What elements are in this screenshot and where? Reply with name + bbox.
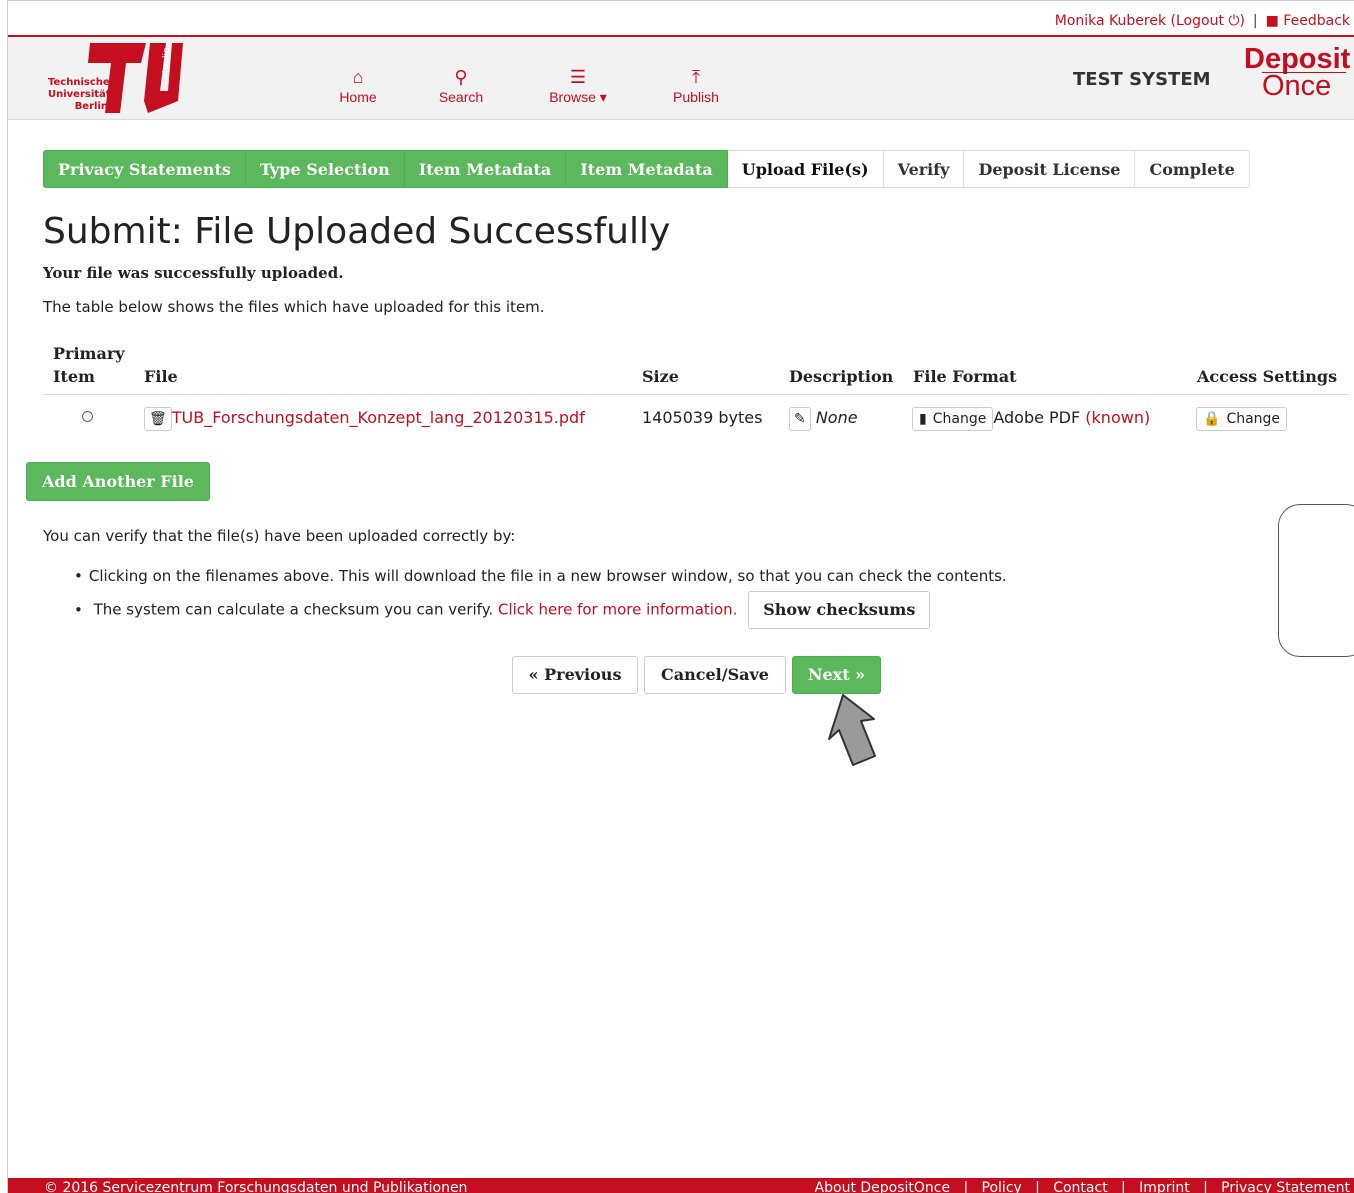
file-name-link[interactable]: TUB_Forschungsdaten_Konzept_lang_2012031… xyxy=(172,408,585,427)
form-navigation: « Previous Cancel/Save Next » xyxy=(0,656,1354,694)
upload-circle-icon: ⤒ xyxy=(692,67,700,87)
format-known-link[interactable]: (known) xyxy=(1085,408,1150,427)
file-size: 1405039 bytes xyxy=(642,408,763,427)
change-access-button[interactable]: 🔒 Change xyxy=(1196,406,1288,431)
col-description: Description xyxy=(789,367,894,386)
step-item-metadata-1[interactable]: Item Metadata xyxy=(404,150,567,188)
userbar-separator: | xyxy=(1252,13,1258,29)
next-button[interactable]: Next » xyxy=(792,656,881,694)
step-item-metadata-2[interactable]: Item Metadata xyxy=(566,150,728,188)
list-icon: ☰ xyxy=(569,67,587,87)
feedback-link[interactable]: ■ Feedback xyxy=(1266,13,1350,29)
logo-text: Technische Universität Berlin xyxy=(48,77,111,112)
table-divider xyxy=(43,394,1349,395)
pencil-icon: ✎ xyxy=(794,410,806,427)
nav-browse[interactable]: ☰ Browse ▾ xyxy=(538,67,618,106)
user-bar: Monika Kuberek (Logout ⏻) | ■ Feedback xyxy=(1055,13,1350,29)
site-footer: © 2016 Servicezentrum Forschungsdaten un… xyxy=(8,1178,1354,1193)
cancel-save-button[interactable]: Cancel/Save xyxy=(644,656,786,694)
table-intro: The table below shows the files which ha… xyxy=(43,298,545,316)
home-icon: ⌂ xyxy=(352,67,364,87)
logout-link[interactable]: (Logout ⏻) xyxy=(1171,13,1245,29)
success-message: Your file was successfully uploaded. xyxy=(43,264,344,282)
footer-copyright: © 2016 Servicezentrum Forschungsdaten un… xyxy=(44,1180,468,1193)
file-cell: 🗑 TUB_Forschungsdaten_Konzept_lang_20120… xyxy=(144,405,585,431)
col-primary-item: Primary Item xyxy=(53,342,125,388)
trash-icon: 🗑 xyxy=(149,410,167,427)
verify-intro: You can verify that the file(s) have bee… xyxy=(43,527,516,545)
step-privacy-statements[interactable]: Privacy Statements xyxy=(43,150,246,188)
nav-search[interactable]: ⚲ Search xyxy=(421,67,501,105)
feedback-label[interactable]: Feedback xyxy=(1283,13,1350,29)
step-type-selection[interactable]: Type Selection xyxy=(245,150,405,188)
col-file: File xyxy=(144,367,178,386)
delete-file-button[interactable]: 🗑 xyxy=(144,406,172,431)
change-format-label: Change xyxy=(932,410,987,427)
change-format-button[interactable]: ▮ Change xyxy=(912,406,994,431)
nav-publish-label: Publish xyxy=(673,89,719,105)
step-deposit-license: Deposit License xyxy=(964,150,1136,188)
search-icon: ⚲ xyxy=(454,67,468,87)
user-name-link[interactable]: Monika Kuberek xyxy=(1055,13,1166,29)
show-checksums-button[interactable]: Show checksums xyxy=(748,591,931,629)
pointer-arrow-icon xyxy=(828,694,876,766)
edit-description-button[interactable]: ✎ xyxy=(789,406,811,431)
lock-icon: 🔒 xyxy=(1203,410,1221,427)
access-settings-cell: 🔒 Change xyxy=(1196,405,1288,431)
nav-publish[interactable]: ⤒ Publish xyxy=(656,67,736,105)
col-primary-line2: Item xyxy=(53,367,95,386)
brand-bottom: Once xyxy=(1262,72,1346,101)
col-access-settings: Access Settings xyxy=(1197,367,1338,386)
side-panel[interactable] xyxy=(1278,504,1354,657)
col-size: Size xyxy=(642,367,679,386)
footer-links[interactable]: About DepositOnce | Policy | Contact | I… xyxy=(815,1180,1350,1193)
logo-side-text: berlin xyxy=(162,47,172,73)
step-verify: Verify xyxy=(883,150,965,188)
primary-item-radio[interactable] xyxy=(82,411,93,422)
verify-bullet-1: Clicking on the filenames above. This wi… xyxy=(74,562,1007,591)
col-file-format: File Format xyxy=(913,367,1017,386)
step-complete: Complete xyxy=(1135,150,1250,188)
add-another-file-button[interactable]: Add Another File xyxy=(26,462,210,501)
comment-icon: ■ xyxy=(1265,13,1279,29)
checksum-info-link[interactable]: Click here for more information. xyxy=(498,601,737,619)
nav-browse-label: Browse ▾ xyxy=(549,89,607,105)
description-cell: ✎ None xyxy=(789,405,858,431)
nav-home-label: Home xyxy=(339,89,377,105)
user-name[interactable]: Monika Kuberek (Logout ⏻) xyxy=(1055,13,1245,29)
previous-button[interactable]: « Previous xyxy=(512,656,638,694)
verify-bullet-2: The system can calculate a checksum you … xyxy=(74,591,1007,629)
change-access-label: Change xyxy=(1226,410,1281,427)
file-icon: ▮ xyxy=(919,410,927,427)
nav-search-label: Search xyxy=(438,89,484,105)
page-title: Submit: File Uploaded Successfully xyxy=(43,211,671,252)
format-value: Adobe PDF xyxy=(993,408,1081,427)
test-system-label: TEST SYSTEM xyxy=(1073,69,1211,90)
depositonce-logo[interactable]: Deposit Once xyxy=(1244,43,1351,101)
col-primary-line1: Primary xyxy=(53,344,125,363)
verify-list: Clicking on the filenames above. This wi… xyxy=(74,562,1007,629)
brand-top: Deposit xyxy=(1244,43,1351,75)
file-format-cell: ▮ Change Adobe PDF (known) xyxy=(912,405,1150,431)
verify-bullet-2-text: The system can calculate a checksum you … xyxy=(93,600,494,619)
submission-steps: Privacy Statements Type Selection Item M… xyxy=(43,150,1250,188)
step-upload-files[interactable]: Upload File(s) xyxy=(727,150,884,188)
description-value: None xyxy=(815,408,858,427)
nav-home[interactable]: ⌂ Home xyxy=(318,67,398,105)
